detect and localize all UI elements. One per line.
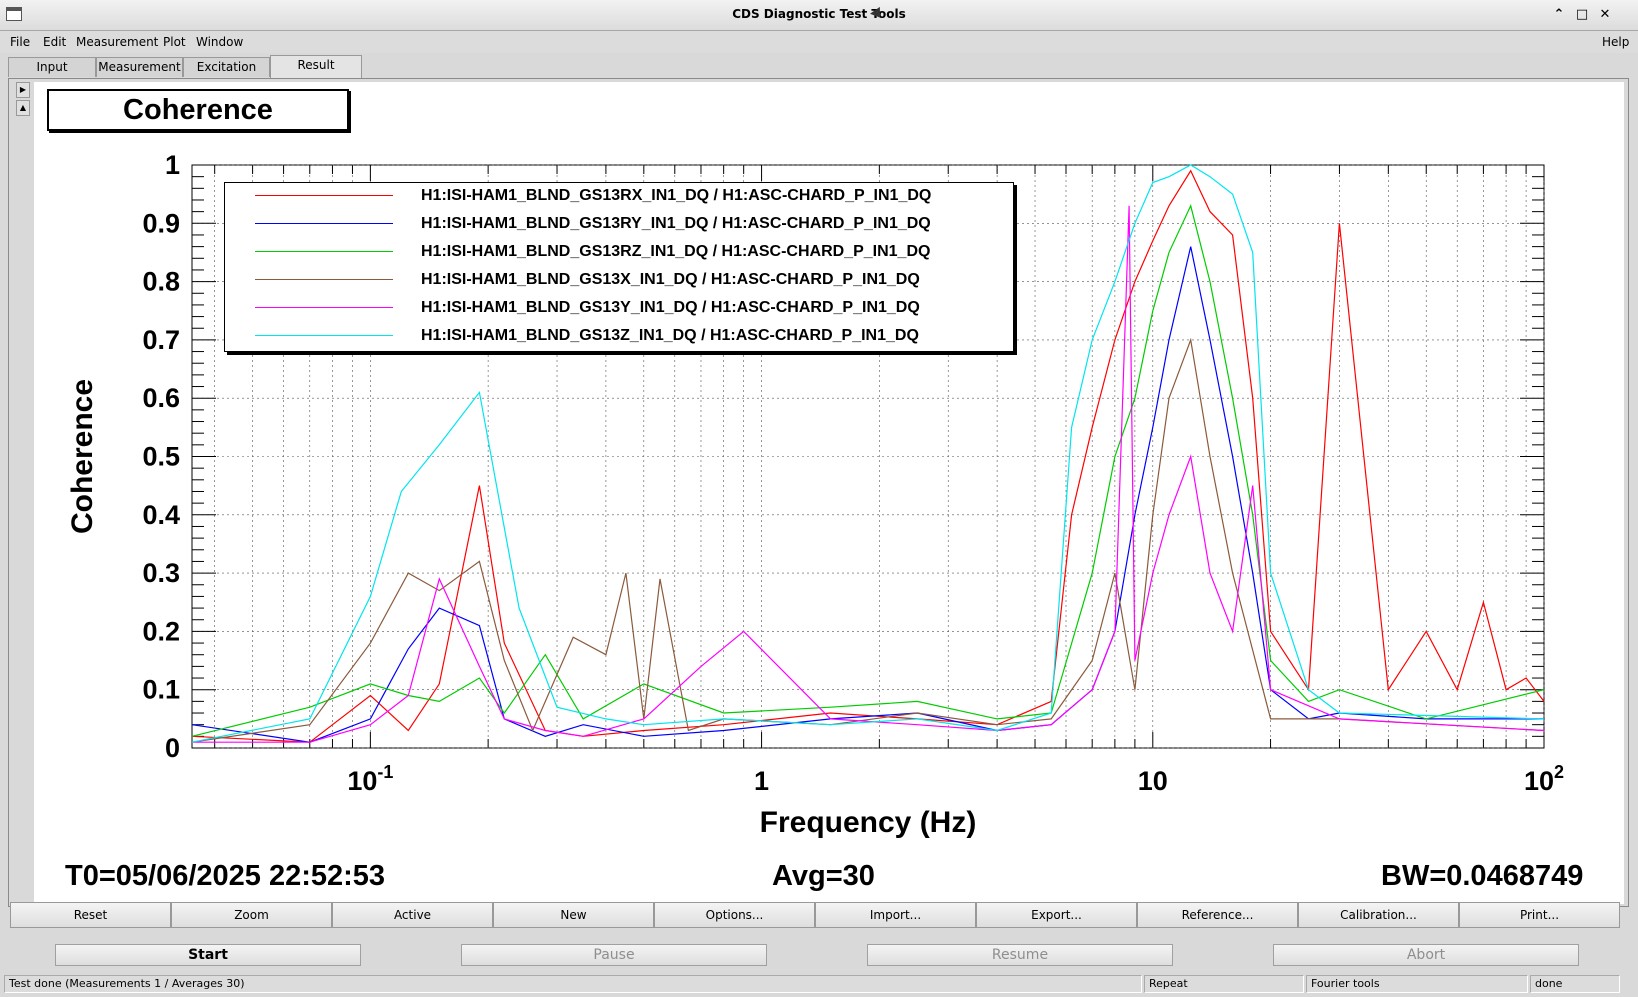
tab-input[interactable]: Input <box>8 57 96 77</box>
legend-label: H1:ISI-HAM1_BLND_GS13RX_IN1_DQ / H1:ASC-… <box>421 187 932 204</box>
start-button[interactable]: Start <box>55 944 361 966</box>
avg-label: Avg=30 <box>772 860 875 892</box>
menu-measurement[interactable]: Measurement <box>76 35 158 49</box>
zoom-button[interactable]: Zoom <box>171 902 332 928</box>
y-tick-label: 0.7 <box>142 325 180 355</box>
window-title: CDS Diagnostic Test Tools <box>732 7 906 21</box>
legend-swatch <box>255 335 393 336</box>
legend-swatch <box>255 307 393 308</box>
active-button[interactable]: Active <box>332 902 493 928</box>
status-repeat: Repeat <box>1144 975 1304 993</box>
tab-measurement[interactable]: Measurement <box>96 57 183 77</box>
plot-title-box: Coherence <box>47 89 349 131</box>
legend-swatch <box>255 279 393 280</box>
y-tick-label: 0.2 <box>142 616 180 646</box>
close-icon[interactable]: ✕ <box>1596 6 1614 24</box>
x-tick-label: 1 <box>754 766 769 796</box>
y-tick-label: 0.8 <box>142 267 180 297</box>
legend-entry: H1:ISI-HAM1_BLND_GS13X_IN1_DQ / H1:ASC-C… <box>225 267 1015 293</box>
t0-label: T0=05/06/2025 22:52:53 <box>65 860 386 892</box>
legend-entry: H1:ISI-HAM1_BLND_GS13RX_IN1_DQ / H1:ASC-… <box>225 183 1015 209</box>
calibration-button[interactable]: Calibration... <box>1298 902 1459 928</box>
abort-button[interactable]: Abort <box>1273 944 1579 966</box>
tab-result[interactable]: Result <box>270 55 362 78</box>
options-button[interactable]: Options... <box>654 902 815 928</box>
y-tick-label: 0 <box>165 733 180 763</box>
y-tick-label: 0.3 <box>142 558 180 588</box>
menu-plot[interactable]: Plot <box>163 35 186 49</box>
menu-window[interactable]: Window <box>196 35 243 49</box>
status-message: Test done (Measurements 1 / Averages 30) <box>4 975 1142 993</box>
legend-swatch <box>255 223 393 224</box>
maximize-icon[interactable]: □ <box>1573 6 1591 24</box>
menu-edit[interactable]: Edit <box>43 35 66 49</box>
reset-button[interactable]: Reset <box>10 902 171 928</box>
status-bar: Test done (Measurements 1 / Averages 30)… <box>0 973 1638 995</box>
x-tick-label: 10 <box>1138 766 1168 796</box>
plot-legend[interactable]: H1:ISI-HAM1_BLND_GS13RX_IN1_DQ / H1:ASC-… <box>224 182 1014 352</box>
legend-entry: H1:ISI-HAM1_BLND_GS13Z_IN1_DQ / H1:ASC-C… <box>225 323 1015 349</box>
window-titlebar: CDS Diagnostic Test Tools ⌃ □ ✕ <box>0 0 1638 31</box>
legend-label: H1:ISI-HAM1_BLND_GS13Z_IN1_DQ / H1:ASC-C… <box>421 327 919 344</box>
legend-label: H1:ISI-HAM1_BLND_GS13RZ_IN1_DQ / H1:ASC-… <box>421 243 931 260</box>
legend-entry: H1:ISI-HAM1_BLND_GS13RZ_IN1_DQ / H1:ASC-… <box>225 239 1015 265</box>
y-tick-label: 0.4 <box>142 500 180 530</box>
y-axis-label: Coherence <box>66 379 99 534</box>
new-button[interactable]: New <box>493 902 654 928</box>
plot-toolbar: Reset Zoom Active New Options... Import.… <box>10 902 1628 928</box>
pad-scroll-arrows: ▶ ▲ <box>16 82 30 118</box>
menu-bar: File Edit Measurement Plot Window Help <box>0 31 1638 53</box>
y-tick-label: 0.5 <box>142 442 180 472</box>
x-tick-label: 102 <box>1524 762 1564 796</box>
x-axis-label: Frequency (Hz) <box>760 806 977 839</box>
legend-swatch <box>255 251 393 252</box>
status-tools: Fourier tools <box>1306 975 1528 993</box>
y-tick-label: 0.9 <box>142 208 180 238</box>
import-button[interactable]: Import... <box>815 902 976 928</box>
status-state: done <box>1530 975 1620 993</box>
control-bar: Start Pause Resume Abort <box>0 940 1638 968</box>
x-tick-label: 10-1 <box>347 762 393 796</box>
legend-entry: H1:ISI-HAM1_BLND_GS13Y_IN1_DQ / H1:ASC-C… <box>225 295 1015 321</box>
menu-help[interactable]: Help <box>1602 35 1629 49</box>
menu-file[interactable]: File <box>10 35 30 49</box>
resume-button[interactable]: Resume <box>867 944 1173 966</box>
y-tick-label: 0.6 <box>142 383 180 413</box>
export-button[interactable]: Export... <box>976 902 1137 928</box>
legend-swatch <box>255 195 393 196</box>
legend-label: H1:ISI-HAM1_BLND_GS13X_IN1_DQ / H1:ASC-C… <box>421 271 920 288</box>
y-tick-label: 1 <box>165 150 180 180</box>
legend-label: H1:ISI-HAM1_BLND_GS13Y_IN1_DQ / H1:ASC-C… <box>421 299 920 316</box>
legend-entry: H1:ISI-HAM1_BLND_GS13RY_IN1_DQ / H1:ASC-… <box>225 211 1015 237</box>
pause-button[interactable]: Pause <box>461 944 767 966</box>
reference-button[interactable]: Reference... <box>1137 902 1298 928</box>
minimize-icon[interactable]: ⌃ <box>1550 6 1568 24</box>
bw-label: BW=0.0468749 <box>1381 860 1584 892</box>
tab-excitation[interactable]: Excitation <box>183 57 270 77</box>
legend-label: H1:ISI-HAM1_BLND_GS13RY_IN1_DQ / H1:ASC-… <box>421 215 931 232</box>
arrow-up-icon[interactable]: ▲ <box>16 100 30 116</box>
print-button[interactable]: Print... <box>1459 902 1620 928</box>
arrow-right-icon[interactable]: ▶ <box>16 82 30 98</box>
y-tick-label: 0.1 <box>142 675 180 705</box>
